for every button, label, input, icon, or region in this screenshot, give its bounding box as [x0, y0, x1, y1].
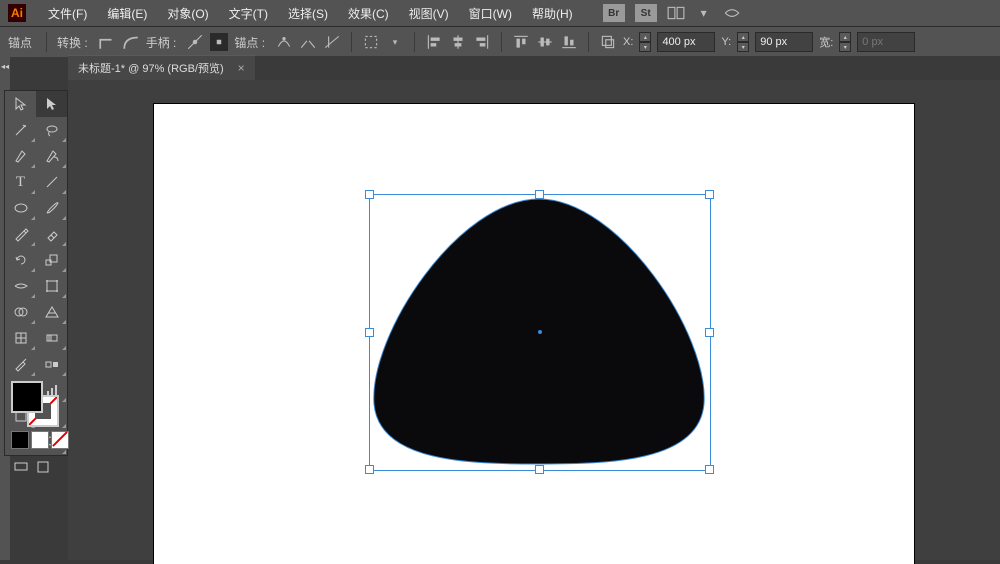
y-field[interactable]: 90 px	[755, 32, 813, 52]
app-logo: Ai	[8, 4, 26, 22]
align-center-h-icon[interactable]	[449, 33, 467, 51]
curvature-tool[interactable]	[36, 143, 67, 169]
w-stepper[interactable]: ▴▾	[839, 32, 851, 52]
convert-label: 转换 :	[57, 34, 88, 51]
stock-button[interactable]: St	[635, 4, 657, 22]
canvas[interactable]	[68, 80, 1000, 560]
selection-handle[interactable]	[365, 328, 374, 337]
shape-builder-tool[interactable]	[5, 299, 36, 325]
close-tab-icon[interactable]: ×	[238, 61, 245, 75]
handle-show-icon[interactable]	[186, 33, 204, 51]
x-field[interactable]: 400 px	[657, 32, 715, 52]
w-field[interactable]: 0 px	[857, 32, 915, 52]
control-bar: 锚点 转换 : 手柄 : 锚点 : ▾ X: ▴▾ 400 px Y: ▴▾ 9…	[0, 26, 1000, 57]
align-center-v-icon[interactable]	[536, 33, 554, 51]
draw-mode-icon[interactable]	[33, 457, 53, 477]
transform-icon[interactable]	[599, 33, 617, 51]
selection-handle[interactable]	[535, 465, 544, 474]
eyedropper-tool[interactable]	[5, 351, 36, 377]
remove-anchor-icon[interactable]	[275, 33, 293, 51]
convert-corner-icon[interactable]	[98, 33, 116, 51]
magic-wand-tool[interactable]	[5, 117, 36, 143]
cut-anchor-icon[interactable]	[323, 33, 341, 51]
menu-select[interactable]: 选择(S)	[280, 5, 336, 22]
selection-handle[interactable]	[705, 190, 714, 199]
scale-tool[interactable]	[36, 247, 67, 273]
rotate-tool[interactable]	[5, 247, 36, 273]
paintbrush-tool[interactable]	[36, 195, 67, 221]
ellipse-tool[interactable]	[5, 195, 36, 221]
align-bottom-icon[interactable]	[560, 33, 578, 51]
selection-handle[interactable]	[365, 190, 374, 199]
align-right-icon[interactable]	[473, 33, 491, 51]
chevron-down-icon[interactable]: ▾	[695, 4, 713, 22]
arrange-docs-icon[interactable]	[667, 4, 685, 22]
menu-view[interactable]: 视图(V)	[401, 5, 457, 22]
selection-handle[interactable]	[705, 328, 714, 337]
connect-anchor-icon[interactable]	[299, 33, 317, 51]
y-label: Y:	[721, 36, 731, 48]
chevron-down-icon[interactable]: ▾	[386, 33, 404, 51]
selection-handle[interactable]	[705, 465, 714, 474]
selection-handle[interactable]	[365, 465, 374, 474]
y-stepper[interactable]: ▴▾	[737, 32, 749, 52]
handle-hide-icon[interactable]	[210, 33, 228, 51]
x-stepper[interactable]: ▴▾	[639, 32, 651, 52]
tab-bar: 未标题-1* @ 97% (RGB/预览) ×	[68, 56, 1000, 80]
width-tool[interactable]	[5, 273, 36, 299]
mesh-tool[interactable]	[5, 325, 36, 351]
type-tool[interactable]: T	[5, 169, 36, 195]
color-mode-icon[interactable]	[11, 431, 29, 449]
eraser-tool[interactable]	[36, 221, 67, 247]
anchors-label: 锚点	[8, 34, 32, 51]
bridge-button[interactable]: Br	[603, 4, 625, 22]
document-area: 未标题-1* @ 97% (RGB/预览) ×	[68, 56, 1000, 560]
menu-help[interactable]: 帮助(H)	[524, 5, 581, 22]
none-mode-icon[interactable]	[51, 431, 69, 449]
selection-handle[interactable]	[535, 190, 544, 199]
selection-tool[interactable]	[5, 91, 36, 117]
convert-smooth-icon[interactable]	[122, 33, 140, 51]
menu-edit[interactable]: 编辑(E)	[99, 5, 155, 22]
screen-mode-icon[interactable]	[11, 457, 31, 477]
menu-file[interactable]: 文件(F)	[40, 5, 95, 22]
document-tab[interactable]: 未标题-1* @ 97% (RGB/预览) ×	[68, 55, 255, 80]
artboard[interactable]	[154, 104, 914, 564]
expand-panel-icon[interactable]: ◂◂	[0, 60, 10, 72]
menu-window[interactable]: 窗口(W)	[461, 5, 520, 22]
gradient-mode-icon[interactable]	[31, 431, 49, 449]
align-left-icon[interactable]	[425, 33, 443, 51]
center-point	[538, 330, 542, 334]
isolate-icon[interactable]	[362, 33, 380, 51]
gradient-tool[interactable]	[36, 325, 67, 351]
perspective-tool[interactable]	[36, 299, 67, 325]
menu-object[interactable]: 对象(O)	[159, 5, 216, 22]
direct-selection-tool[interactable]	[36, 91, 67, 117]
pencil-tool[interactable]	[5, 221, 36, 247]
lasso-tool[interactable]	[36, 117, 67, 143]
x-label: X:	[623, 36, 633, 48]
toolbox: T	[4, 90, 68, 456]
handles-label: 手柄 :	[146, 34, 177, 51]
line-tool[interactable]	[36, 169, 67, 195]
menu-type[interactable]: 文字(T)	[221, 5, 276, 22]
free-transform-tool[interactable]	[36, 273, 67, 299]
document-tab-title: 未标题-1* @ 97% (RGB/预览)	[78, 60, 224, 76]
menu-bar: Ai 文件(F) 编辑(E) 对象(O) 文字(T) 选择(S) 效果(C) 视…	[0, 0, 1000, 26]
w-label: 宽:	[819, 34, 833, 50]
pen-tool[interactable]	[5, 143, 36, 169]
anchor2-label: 锚点 :	[234, 34, 265, 51]
align-top-icon[interactable]	[512, 33, 530, 51]
gpu-icon[interactable]	[723, 4, 741, 22]
menu-effect[interactable]: 效果(C)	[340, 5, 397, 22]
fill-swatch[interactable]	[11, 381, 43, 413]
blend-tool[interactable]	[36, 351, 67, 377]
